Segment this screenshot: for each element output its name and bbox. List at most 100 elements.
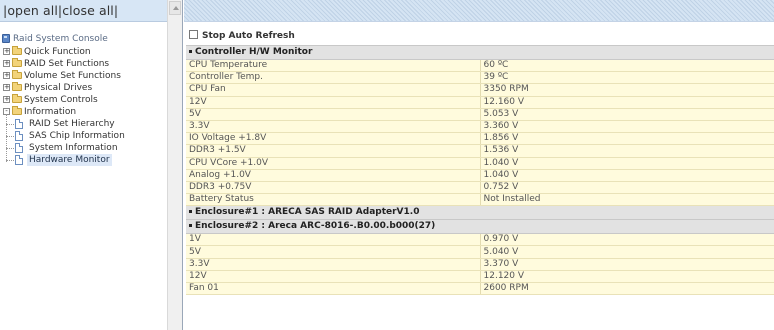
row-name: 1V [186,233,481,247]
row-value: 1.040 V [480,169,774,182]
row-value: 0.752 V [480,181,774,195]
table-row: 3.3V 3.370 V [186,258,774,271]
tree-folder-system-controls[interactable]: + System Controls [2,94,167,106]
tree-folder-label[interactable]: Volume Set Functions [24,70,121,82]
tree-connector [6,160,14,161]
tree-folder-physical-drives[interactable]: + Physical Drives [2,82,167,94]
table-row: CPU VCore +1.0V 1.040 V [186,157,774,170]
navigation-tree: Raid System Console + Quick Function + R… [2,33,167,166]
folder-icon [12,82,22,91]
tree-item-raid-set-hierarchy[interactable]: RAID Set Hierarchy [2,118,167,130]
row-value: 5.053 V [480,108,774,121]
row-value: 1.040 V [480,157,774,170]
row-value: 3.360 V [480,120,774,134]
tree-item-system-information[interactable]: System Information [2,142,167,154]
row-name: CPU Temperature [186,59,481,73]
stop-auto-refresh-option[interactable]: Stop Auto Refresh [189,30,295,42]
bullet-icon [189,210,192,214]
row-name: Fan 01 [186,282,481,296]
tree-item-label[interactable]: System Information [27,142,120,154]
folder-icon [12,46,22,55]
folder-icon [12,94,22,103]
row-name: 5V [186,245,481,259]
expand-icon[interactable]: + [3,96,10,103]
tree-folder-information[interactable]: - Information [2,106,167,118]
row-name: DDR3 +0.75V [186,181,481,195]
stop-auto-refresh-label: Stop Auto Refresh [202,31,295,41]
tree-root-label: Raid System Console [13,34,108,44]
row-value: 3350 RPM [480,83,774,97]
row-value: 60 ºC [480,59,774,73]
header-banner [184,0,774,22]
row-name: Controller Temp. [186,71,481,85]
row-name: 12V [186,270,481,284]
table-row: Battery Status Not Installed [186,193,774,207]
expand-icon[interactable]: + [3,72,10,79]
tree-root[interactable]: Raid System Console [2,33,167,46]
table-row: 5V 5.040 V [186,245,774,259]
page-icon [15,143,23,153]
tree-item-sas-chip-information[interactable]: SAS Chip Information [2,130,167,142]
row-name: Analog +1.0V [186,169,481,182]
page-icon [15,119,23,129]
row-name: IO Voltage +1.8V [186,132,481,146]
table-row: 12V 12.160 V [186,96,774,109]
section-title: Controller H/W Monitor [195,47,313,57]
tree-expand-links: |open all|close all| [3,3,118,18]
tree-item-hardware-monitor[interactable]: Hardware Monitor [2,154,167,166]
tree-item-label-selected[interactable]: Hardware Monitor [27,154,112,166]
table-row: CPU Temperature 60 ºC [186,59,774,73]
row-value: 1.856 V [480,132,774,146]
row-value: 12.120 V [480,270,774,284]
tree-folder-label[interactable]: Physical Drives [24,82,92,94]
expand-icon[interactable]: + [3,84,10,91]
tree-connector [6,136,14,137]
content-frame: Stop Auto Refresh Controller H/W Monitor… [184,0,774,330]
tree-folder-quick-function[interactable]: + Quick Function [2,46,167,58]
section-header: Enclosure#1 : ARECA SAS RAID AdapterV1.0 [186,205,774,221]
row-value: 39 ºC [480,71,774,85]
row-name: Battery Status [186,193,481,207]
section-title: Enclosure#2 : Areca ARC-8016-.B0.00.b000… [195,221,436,232]
table-row: DDR3 +0.75V 0.752 V [186,181,774,195]
stop-auto-refresh-checkbox[interactable] [189,30,198,39]
close-all-link[interactable]: close all [62,3,114,18]
row-value: Not Installed [480,193,774,207]
scroll-up-arrow-icon[interactable] [169,1,181,15]
table-row: Analog +1.0V 1.040 V [186,169,774,182]
open-all-link[interactable]: open all [7,3,58,18]
folder-icon [12,58,22,67]
tree-folder-raid-set-functions[interactable]: + RAID Set Functions [2,58,167,70]
separator: | [113,3,119,18]
table-row: 3.3V 3.360 V [186,120,774,134]
page-icon [15,155,23,165]
table-row: 5V 5.053 V [186,108,774,121]
table-row: CPU Fan 3350 RPM [186,83,774,97]
table-row: 12V 12.120 V [186,270,774,284]
bullet-icon [189,50,192,53]
row-value: 2600 RPM [480,282,774,296]
left-scrollbar[interactable] [167,0,182,330]
tree-item-label[interactable]: SAS Chip Information [27,130,127,142]
tree-item-label[interactable]: RAID Set Hierarchy [27,118,117,130]
tree-connector [6,148,14,149]
row-name: 5V [186,108,481,121]
tree-toolbar: |open all|close all| [0,0,168,22]
tree-folder-label[interactable]: Quick Function [24,46,91,58]
row-name: 3.3V [186,120,481,134]
expand-icon[interactable]: + [3,48,10,55]
open-folder-icon [12,106,22,115]
tree-folder-label[interactable]: System Controls [24,94,98,106]
tree-folder-label[interactable]: Information [24,106,76,118]
tree-folder-volume-set-functions[interactable]: + Volume Set Functions [2,70,167,82]
page-icon [15,131,23,141]
table-row: Controller Temp. 39 ºC [186,71,774,85]
expand-icon[interactable]: + [3,60,10,67]
folder-icon [12,70,22,79]
hardware-monitor-table: Controller H/W Monitor CPU Temperature 60… [186,45,774,296]
tree-folder-label[interactable]: RAID Set Functions [24,58,109,70]
row-value: 5.040 V [480,245,774,259]
row-name: CPU Fan [186,83,481,97]
section-title: Enclosure#1 : ARECA SAS RAID AdapterV1.0 [195,207,420,218]
row-value: 12.160 V [480,96,774,109]
